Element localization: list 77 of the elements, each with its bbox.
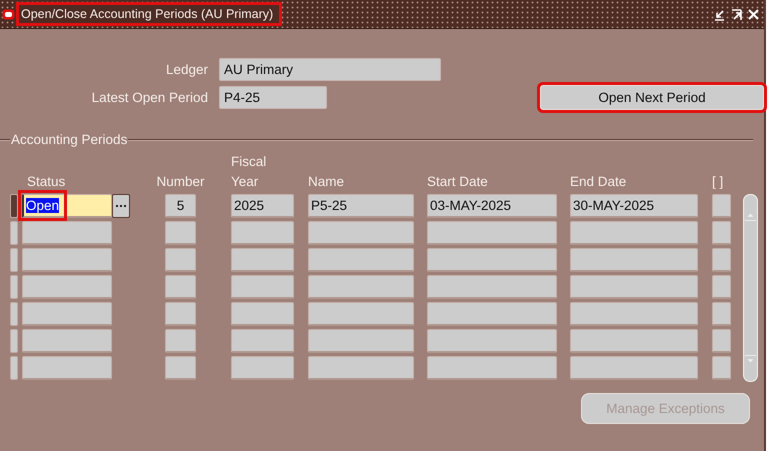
- window-title: Open/Close Accounting Periods (AU Primary): [19, 5, 280, 23]
- column-header: End Date: [570, 173, 626, 191]
- table-cell[interactable]: [427, 275, 557, 299]
- table-cell[interactable]: [712, 194, 731, 218]
- column-header: [ ]: [712, 173, 724, 191]
- minimize-icon[interactable]: [713, 8, 726, 20]
- ellipsis-icon: [116, 204, 126, 208]
- row-marker[interactable]: [10, 248, 18, 272]
- text-field[interactable]: AU Primary: [219, 58, 441, 81]
- row-marker[interactable]: [10, 221, 18, 245]
- table-cell[interactable]: [308, 329, 414, 353]
- table-cell[interactable]: [165, 275, 196, 299]
- column-header: Fiscal Year: [231, 153, 266, 191]
- status-field[interactable]: [22, 329, 112, 353]
- table-cell[interactable]: [712, 221, 731, 245]
- table-cell[interactable]: [427, 356, 557, 380]
- table-cell[interactable]: [570, 329, 698, 353]
- row-marker[interactable]: [10, 329, 18, 353]
- table-cell[interactable]: [570, 221, 698, 245]
- table-cell[interactable]: 5: [165, 194, 196, 218]
- table-cell[interactable]: [712, 275, 731, 299]
- table-cell[interactable]: [712, 356, 731, 380]
- table-cell[interactable]: [231, 329, 294, 353]
- column-header: Start Date: [427, 173, 488, 191]
- table-cell[interactable]: P5-25: [308, 194, 414, 218]
- status-field[interactable]: [22, 221, 112, 245]
- table-cell[interactable]: [427, 248, 557, 272]
- status-field[interactable]: [22, 275, 112, 299]
- close-icon[interactable]: [747, 8, 760, 20]
- table-cell[interactable]: [712, 329, 731, 353]
- table-cell[interactable]: [308, 248, 414, 272]
- status-field[interactable]: [22, 248, 112, 272]
- table-cell[interactable]: 03-MAY-2025: [427, 194, 557, 218]
- scrollbar[interactable]: [743, 194, 758, 382]
- table-cell[interactable]: [570, 248, 698, 272]
- table-cell[interactable]: [570, 302, 698, 326]
- table-cell[interactable]: [165, 221, 196, 245]
- status-field[interactable]: Open: [22, 194, 112, 218]
- field-label: Latest Open Period: [90, 90, 208, 105]
- list-button[interactable]: [112, 194, 130, 218]
- table-cell[interactable]: [570, 275, 698, 299]
- table-cell[interactable]: [165, 329, 196, 353]
- status-field[interactable]: [22, 356, 112, 380]
- table-cell[interactable]: [165, 302, 196, 326]
- table-cell[interactable]: [427, 329, 557, 353]
- table-cell[interactable]: [712, 302, 731, 326]
- table-cell[interactable]: [231, 221, 294, 245]
- table-cell[interactable]: [712, 248, 731, 272]
- app-icon: [2, 8, 15, 20]
- column-header: Status: [27, 173, 66, 191]
- row-marker[interactable]: [10, 302, 18, 326]
- table-cell[interactable]: [308, 221, 414, 245]
- table-cell[interactable]: [308, 275, 414, 299]
- text-field[interactable]: P4-25: [219, 86, 327, 109]
- table-cell[interactable]: [570, 356, 698, 380]
- section-title: Accounting Periods: [10, 132, 128, 147]
- table-cell[interactable]: 30-MAY-2025: [570, 194, 698, 218]
- table-cell[interactable]: [165, 356, 196, 380]
- open-next-period-button[interactable]: Open Next Period: [540, 85, 764, 110]
- table-cell[interactable]: [308, 302, 414, 326]
- table-cell[interactable]: 2025: [231, 194, 294, 218]
- row-marker[interactable]: [10, 194, 18, 218]
- table-cell[interactable]: [427, 221, 557, 245]
- row-marker[interactable]: [10, 356, 18, 380]
- table-cell[interactable]: [427, 302, 557, 326]
- table-cell[interactable]: [231, 302, 294, 326]
- table-cell[interactable]: [231, 275, 294, 299]
- field-label: Ledger: [164, 62, 208, 77]
- table-cell[interactable]: [231, 356, 294, 380]
- maximize-icon[interactable]: [730, 8, 743, 20]
- column-header: Name: [308, 173, 344, 191]
- row-marker[interactable]: [10, 275, 18, 299]
- table-cell[interactable]: [308, 356, 414, 380]
- table-cell[interactable]: [231, 248, 294, 272]
- table-cell[interactable]: [165, 248, 196, 272]
- status-field[interactable]: [22, 302, 112, 326]
- column-header: Number: [156, 173, 204, 191]
